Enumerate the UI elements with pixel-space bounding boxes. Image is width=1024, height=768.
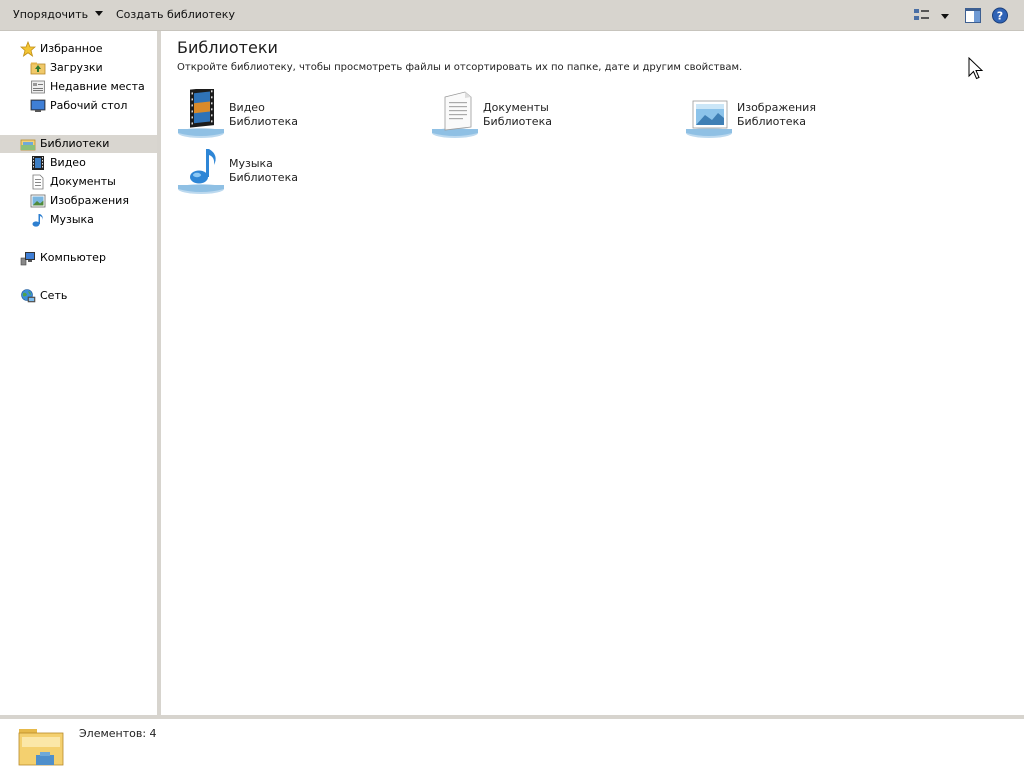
nav-libraries-label: Библиотеки — [40, 137, 110, 150]
pictures-icon — [30, 194, 46, 208]
new-library-button[interactable]: Создать библиотеку — [116, 8, 235, 21]
preview-pane-icon[interactable] — [964, 7, 982, 24]
page-title: Библиотеки — [177, 38, 278, 57]
nav-item-documents[interactable]: Документы — [0, 173, 157, 191]
nav-item-pictures[interactable]: Изображения — [0, 192, 157, 210]
library-type: Библиотека — [229, 115, 298, 128]
computer-icon — [20, 252, 35, 266]
nav-network[interactable]: Сеть — [0, 287, 157, 305]
nav-favorites[interactable]: Избранное — [0, 40, 157, 58]
nav-item-recent-places[interactable]: Недавние места — [0, 78, 157, 96]
nav-libraries[interactable]: Библиотеки — [0, 135, 157, 153]
nav-item-downloads[interactable]: Загрузки — [0, 59, 157, 77]
change-view-icon[interactable] — [913, 7, 931, 24]
downloads-icon — [30, 62, 46, 75]
library-type: Библиотека — [483, 115, 552, 128]
documents-library-icon — [432, 91, 478, 138]
video-library-icon — [178, 89, 224, 138]
libraries-folder-icon — [18, 729, 64, 766]
library-documents[interactable]: Документы Библиотека — [431, 89, 671, 141]
library-name: Изображения — [737, 101, 816, 114]
nav-item-video[interactable]: Видео — [0, 154, 157, 172]
recent-places-icon — [31, 80, 45, 94]
nav-network-label: Сеть — [40, 289, 68, 302]
nav-favorites-label: Избранное — [40, 42, 103, 55]
nav-item-label: Документы — [50, 175, 116, 188]
music-library-icon — [178, 149, 224, 194]
library-type: Библиотека — [737, 115, 806, 128]
nav-item-label: Видео — [50, 156, 86, 169]
page-description: Откройте библиотеку, чтобы просмотреть ф… — [177, 62, 743, 73]
nav-item-label: Загрузки — [50, 61, 103, 74]
help-icon[interactable]: ? — [991, 7, 1009, 24]
mouse-cursor-icon — [968, 57, 984, 80]
nav-item-desktop[interactable]: Рабочий стол — [0, 97, 157, 115]
music-icon — [32, 214, 43, 227]
view-options-chevron-icon[interactable] — [938, 7, 952, 24]
details-pane: Элементов: 4 — [0, 715, 1024, 768]
nav-item-label: Музыка — [50, 213, 94, 226]
navigation-pane: Избранное Загрузки Недавние места Рабочи… — [0, 31, 157, 715]
library-name: Видео — [229, 101, 265, 114]
content-pane: Библиотеки Откройте библиотеку, чтобы пр… — [161, 31, 1024, 715]
nav-item-label: Рабочий стол — [50, 99, 128, 112]
command-bar: Упорядочить Создать библиотеку ? — [0, 0, 1024, 31]
library-music[interactable]: Музыка Библиотека — [177, 145, 417, 197]
library-video[interactable]: Видео Библиотека — [177, 89, 417, 141]
star-icon — [20, 41, 36, 57]
video-icon — [32, 156, 44, 170]
library-pictures[interactable]: Изображения Библиотека — [685, 89, 925, 141]
organize-label: Упорядочить — [13, 8, 89, 21]
library-name: Документы — [483, 101, 549, 114]
network-icon — [21, 289, 36, 303]
nav-item-label: Изображения — [50, 194, 129, 207]
library-name: Музыка — [229, 157, 273, 170]
new-library-label: Создать библиотеку — [116, 8, 235, 21]
documents-icon — [32, 174, 44, 190]
libraries-icon — [20, 139, 36, 151]
svg-text:?: ? — [997, 10, 1003, 23]
nav-item-label: Недавние места — [50, 80, 145, 93]
library-type: Библиотека — [229, 171, 298, 184]
items-count: Элементов: 4 — [79, 727, 157, 740]
chevron-down-icon — [95, 11, 104, 16]
nav-computer[interactable]: Компьютер — [0, 249, 157, 267]
organize-button[interactable]: Упорядочить — [13, 8, 104, 21]
nav-computer-label: Компьютер — [40, 251, 106, 264]
desktop-icon — [30, 99, 46, 112]
nav-item-music[interactable]: Музыка — [0, 211, 157, 229]
pictures-library-icon — [686, 100, 732, 138]
